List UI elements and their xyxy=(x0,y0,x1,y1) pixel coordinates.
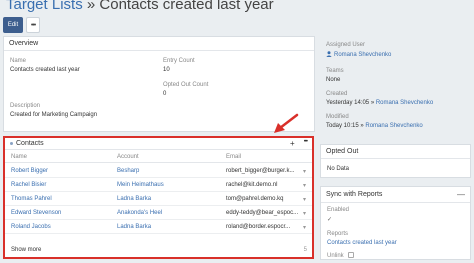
table-row: Robert Bigger Besharp robert_bigger@burg… xyxy=(5,164,312,178)
modified-user-link[interactable]: Romana Shevchenko xyxy=(365,123,422,129)
enabled-checkbox[interactable]: ✓ xyxy=(327,216,332,223)
page-title: Target Lists » Contacts created last yea… xyxy=(6,0,274,13)
assigned-user-label: Assigned User xyxy=(326,42,366,48)
row-actions-icon[interactable]: ▾ xyxy=(303,224,306,231)
created-user-link[interactable]: Romana Shevchenko xyxy=(376,100,433,106)
created-date: Yesterday 14:05 xyxy=(326,100,370,106)
contact-name-link[interactable]: Rachel Bisier xyxy=(11,182,46,188)
account-link[interactable]: Ladna Barka xyxy=(117,224,151,230)
opted-out-count-value: 0 xyxy=(163,91,167,97)
breadcrumb-target-lists[interactable]: Target Lists xyxy=(6,0,83,13)
email-link[interactable]: rachel@kit.demo.nl xyxy=(226,182,277,188)
contacts-header: Contacts + ••• xyxy=(5,138,312,150)
opted-out-heading: Opted Out xyxy=(321,145,470,159)
annotation-arrow xyxy=(274,113,299,133)
sync-header: Sync with Reports — xyxy=(321,187,470,203)
sync-heading: Sync with Reports xyxy=(326,191,383,198)
row-actions-icon[interactable]: ▾ xyxy=(303,196,306,203)
opted-out-panel: Opted Out No Data xyxy=(320,144,471,178)
row-actions-icon[interactable]: ▾ xyxy=(303,168,306,175)
modified-date: Today 10:15 xyxy=(326,123,359,129)
overview-heading: Overview xyxy=(4,37,314,51)
contact-name-link[interactable]: Roland Jacobs xyxy=(11,224,51,230)
enabled-label: Enabled xyxy=(327,207,350,213)
table-row: Edward Stevenson Anakonda's Heel eddy-te… xyxy=(5,206,312,220)
table-row: Roland Jacobs Ladna Barka roland@border.… xyxy=(5,220,312,234)
description-value: Created for Marketing Campaign xyxy=(10,112,98,118)
contacts-more-icon[interactable]: ••• xyxy=(304,139,308,148)
email-link[interactable]: robert_bigger@burger.k... xyxy=(226,168,294,174)
record-info-panel: Assigned User Romana Shevchenko Teams No… xyxy=(320,36,471,134)
contacts-panel: Contacts + ••• Name Account Email Robert… xyxy=(3,136,314,259)
assigned-user-link[interactable]: Romana Shevchenko xyxy=(326,51,391,58)
row-actions-icon[interactable]: ▾ xyxy=(303,182,306,189)
record-title: Contacts created last year xyxy=(99,0,274,13)
name-value: Contacts created last year xyxy=(10,67,80,73)
account-link[interactable]: Mein Heimathaus xyxy=(117,182,164,188)
email-link[interactable]: eddy-teddy@bear_espoc... xyxy=(226,210,298,216)
add-contact-icon[interactable]: + xyxy=(290,139,295,148)
modified-value: Today 10:15 » Romana Shevchenko xyxy=(326,123,423,129)
description-label: Description xyxy=(10,103,41,109)
account-link[interactable]: Ladna Barka xyxy=(117,196,151,202)
created-label: Created xyxy=(326,91,348,97)
show-more-link[interactable]: Show more xyxy=(11,247,41,253)
created-value: Yesterday 14:05 » Romana Shevchenko xyxy=(326,100,433,106)
column-account[interactable]: Account xyxy=(117,154,139,160)
column-name[interactable]: Name xyxy=(11,154,27,160)
modified-label: Modified xyxy=(326,114,349,120)
contact-name-link[interactable]: Robert Bigger xyxy=(11,168,48,174)
column-email[interactable]: Email xyxy=(226,154,241,160)
created-separator: » xyxy=(369,100,376,106)
contact-name-link[interactable]: Edward Stevenson xyxy=(11,210,61,216)
overview-panel: Overview Name Contacts created last year… xyxy=(3,36,315,132)
more-actions-button[interactable]: ••• xyxy=(26,17,40,33)
opted-out-count-label: Opted Out Count xyxy=(163,82,209,88)
reports-link[interactable]: Contacts created last year xyxy=(327,240,397,246)
breadcrumb-separator: » xyxy=(82,0,100,13)
entry-count-value: 10 xyxy=(163,67,170,73)
row-actions-icon[interactable]: ▾ xyxy=(303,210,306,217)
contacts-table-header: Name Account Email xyxy=(5,152,312,163)
assigned-user-value[interactable]: Romana Shevchenko xyxy=(334,52,391,58)
unlink-label[interactable]: Unlink xyxy=(327,253,344,259)
drag-handle-icon[interactable] xyxy=(10,142,13,145)
account-link[interactable]: Besharp xyxy=(117,168,139,174)
sync-reports-panel: Sync with Reports — Enabled ✓ Reports Co… xyxy=(320,186,471,260)
remaining-count: 5 xyxy=(303,247,307,253)
table-row: Rachel Bisier Mein Heimathaus rachel@kit… xyxy=(5,178,312,192)
collapse-icon[interactable]: — xyxy=(457,190,465,199)
teams-label: Teams xyxy=(326,68,344,74)
name-label: Name xyxy=(10,58,27,64)
contact-name-link[interactable]: Thomas Pahrel xyxy=(11,196,52,202)
entry-count-label: Entry Count xyxy=(163,58,195,64)
record-toolbar: Edit ••• xyxy=(3,17,40,33)
unlink-checkbox[interactable] xyxy=(348,252,354,258)
email-link[interactable]: tom@pahrel.demo.kq xyxy=(226,196,283,202)
reports-label: Reports xyxy=(327,231,349,237)
account-link[interactable]: Anakonda's Heel xyxy=(117,210,162,216)
teams-value: None xyxy=(326,77,341,83)
email-link[interactable]: roland@border.espocr... xyxy=(226,224,290,230)
opted-out-empty: No Data xyxy=(327,166,350,172)
contacts-heading: Contacts xyxy=(16,140,44,147)
edit-button[interactable]: Edit xyxy=(3,17,23,33)
user-icon xyxy=(326,51,332,57)
table-row: Thomas Pahrel Ladna Barka tom@pahrel.dem… xyxy=(5,192,312,206)
